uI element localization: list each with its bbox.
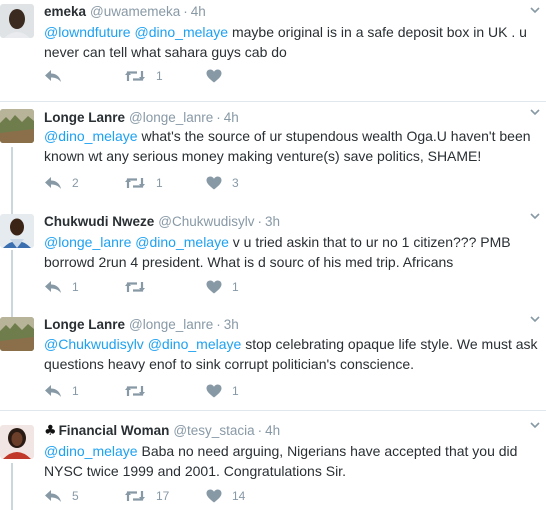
separator-dot: ·: [216, 317, 221, 332]
reply-button[interactable]: 1: [44, 381, 79, 401]
timestamp[interactable]: 3h: [224, 317, 239, 332]
retweet-button[interactable]: 1: [124, 173, 163, 193]
retweet-button[interactable]: [124, 381, 156, 401]
retweet-button[interactable]: [124, 277, 156, 297]
reply-count: 1: [72, 280, 79, 294]
retweet-icon: [125, 282, 145, 292]
tweet[interactable]: ♣ Financial Woman @tesy_stacia · 4h @dino_me…: [0, 410, 546, 510]
reply-button[interactable]: 1: [44, 277, 79, 297]
avatar[interactable]: [0, 425, 34, 459]
heart-icon: [206, 489, 222, 503]
author-handle[interactable]: @Chukwudisylv: [158, 214, 254, 229]
mention-link[interactable]: @dino_melaye: [148, 336, 242, 352]
tweet[interactable]: Chukwudi Nweze @Chukwudisylv · 3h @longe_la…: [0, 206, 546, 309]
author-handle[interactable]: @tesy_stacia: [173, 423, 254, 438]
reply-count: 5: [72, 489, 79, 503]
like-count: 1: [232, 280, 239, 294]
reply-icon: [45, 70, 61, 82]
tweet-text: @dino_melaye what's the source of ur stu…: [44, 126, 544, 166]
separator-dot: ·: [257, 423, 263, 438]
author-handle[interactable]: @uwamemeka: [90, 4, 180, 19]
author-name[interactable]: Longe Lanre: [44, 317, 125, 332]
tweet[interactable]: emeka @uwamemeka · 4h @lowndfuture @dino_me…: [0, 0, 546, 100]
timestamp[interactable]: 3h: [265, 214, 280, 229]
tweet-text: @lowndfuture @dino_melaye maybe original…: [44, 22, 544, 62]
author-name[interactable]: Financial Woman: [59, 423, 170, 438]
author-name[interactable]: emeka: [44, 4, 86, 19]
thread-line: [11, 463, 13, 510]
chevron-down-icon[interactable]: [530, 421, 540, 429]
thread-line: [11, 147, 13, 207]
retweet-icon: [125, 386, 145, 396]
chevron-down-icon[interactable]: [530, 108, 540, 116]
retweet-icon: [125, 178, 145, 188]
tweet-text: @dino_melaye Baba no need arguing, Niger…: [44, 441, 544, 481]
separator-dot: ·: [257, 214, 263, 229]
like-button[interactable]: [206, 66, 232, 86]
avatar[interactable]: [0, 317, 34, 351]
separator-dot: ·: [183, 4, 188, 19]
timestamp[interactable]: 4h: [224, 110, 239, 125]
reply-count: 1: [72, 384, 79, 398]
chevron-down-icon[interactable]: [530, 315, 540, 323]
like-button[interactable]: 3: [206, 173, 239, 193]
reply-icon: [45, 490, 61, 502]
chevron-down-icon[interactable]: [530, 6, 540, 14]
like-button[interactable]: 1: [206, 381, 239, 401]
retweet-button[interactable]: 17: [124, 486, 169, 506]
heart-icon: [206, 69, 222, 83]
heart-icon: [206, 176, 222, 190]
retweet-count: 1: [156, 69, 163, 83]
thread-line: [11, 206, 13, 214]
author-name[interactable]: Longe Lanre: [44, 110, 125, 125]
like-count: 14: [232, 489, 246, 503]
retweet-count: 17: [156, 489, 170, 503]
reply-icon: [45, 177, 61, 189]
author-handle[interactable]: @longe_lanre: [129, 110, 213, 125]
mention-link[interactable]: @dino_melaye: [135, 234, 229, 250]
avatar[interactable]: [0, 109, 34, 143]
retweet-button[interactable]: 1: [124, 66, 163, 86]
thread-line: [11, 250, 13, 309]
tweet[interactable]: Longe Lanre @longe_lanre · 4h @dino_melaye …: [0, 101, 546, 207]
chevron-down-icon[interactable]: [530, 212, 540, 220]
reply-icon: [45, 385, 61, 397]
like-button[interactable]: 1: [206, 277, 239, 297]
separator-dot: ·: [216, 110, 221, 125]
mention-link[interactable]: @lowndfuture: [44, 24, 131, 40]
like-button[interactable]: 14: [206, 486, 245, 506]
reply-icon: [45, 281, 61, 293]
mention-link[interactable]: @dino_melaye: [134, 24, 228, 40]
author-name[interactable]: Chukwudi Nweze: [44, 214, 154, 229]
timestamp[interactable]: 4h: [191, 4, 206, 19]
reply-button[interactable]: 2: [44, 173, 79, 193]
tweet-text: @Chukwudisylv @dino_melaye stop celebrat…: [44, 334, 544, 374]
reply-button[interactable]: [44, 66, 72, 86]
thread-line: [11, 309, 13, 317]
mention-link[interactable]: @dino_melaye: [44, 443, 138, 459]
heart-icon: [206, 384, 222, 398]
timestamp[interactable]: 4h: [265, 423, 280, 438]
avatar[interactable]: [0, 214, 34, 248]
like-count: 1: [232, 384, 239, 398]
avatar[interactable]: [0, 4, 34, 38]
mention-link[interactable]: @longe_lanre: [44, 234, 131, 250]
reply-button[interactable]: 5: [44, 486, 79, 506]
mention-link[interactable]: @Chukwudisylv: [44, 336, 144, 352]
mention-link[interactable]: @dino_melaye: [44, 128, 138, 144]
like-count: 3: [232, 176, 239, 190]
author-handle[interactable]: @longe_lanre: [129, 317, 213, 332]
retweet-icon: [125, 71, 145, 81]
tweet[interactable]: Longe Lanre @longe_lanre · 3h @Chukwudisylv…: [0, 309, 546, 409]
retweet-count: 1: [156, 176, 163, 190]
tweet-text: @longe_lanre @dino_melaye v u tried aski…: [44, 232, 544, 272]
retweet-icon: [125, 491, 145, 501]
reply-count: 2: [72, 176, 79, 190]
heart-icon: [206, 280, 222, 294]
club-icon: ♣: [44, 423, 57, 439]
